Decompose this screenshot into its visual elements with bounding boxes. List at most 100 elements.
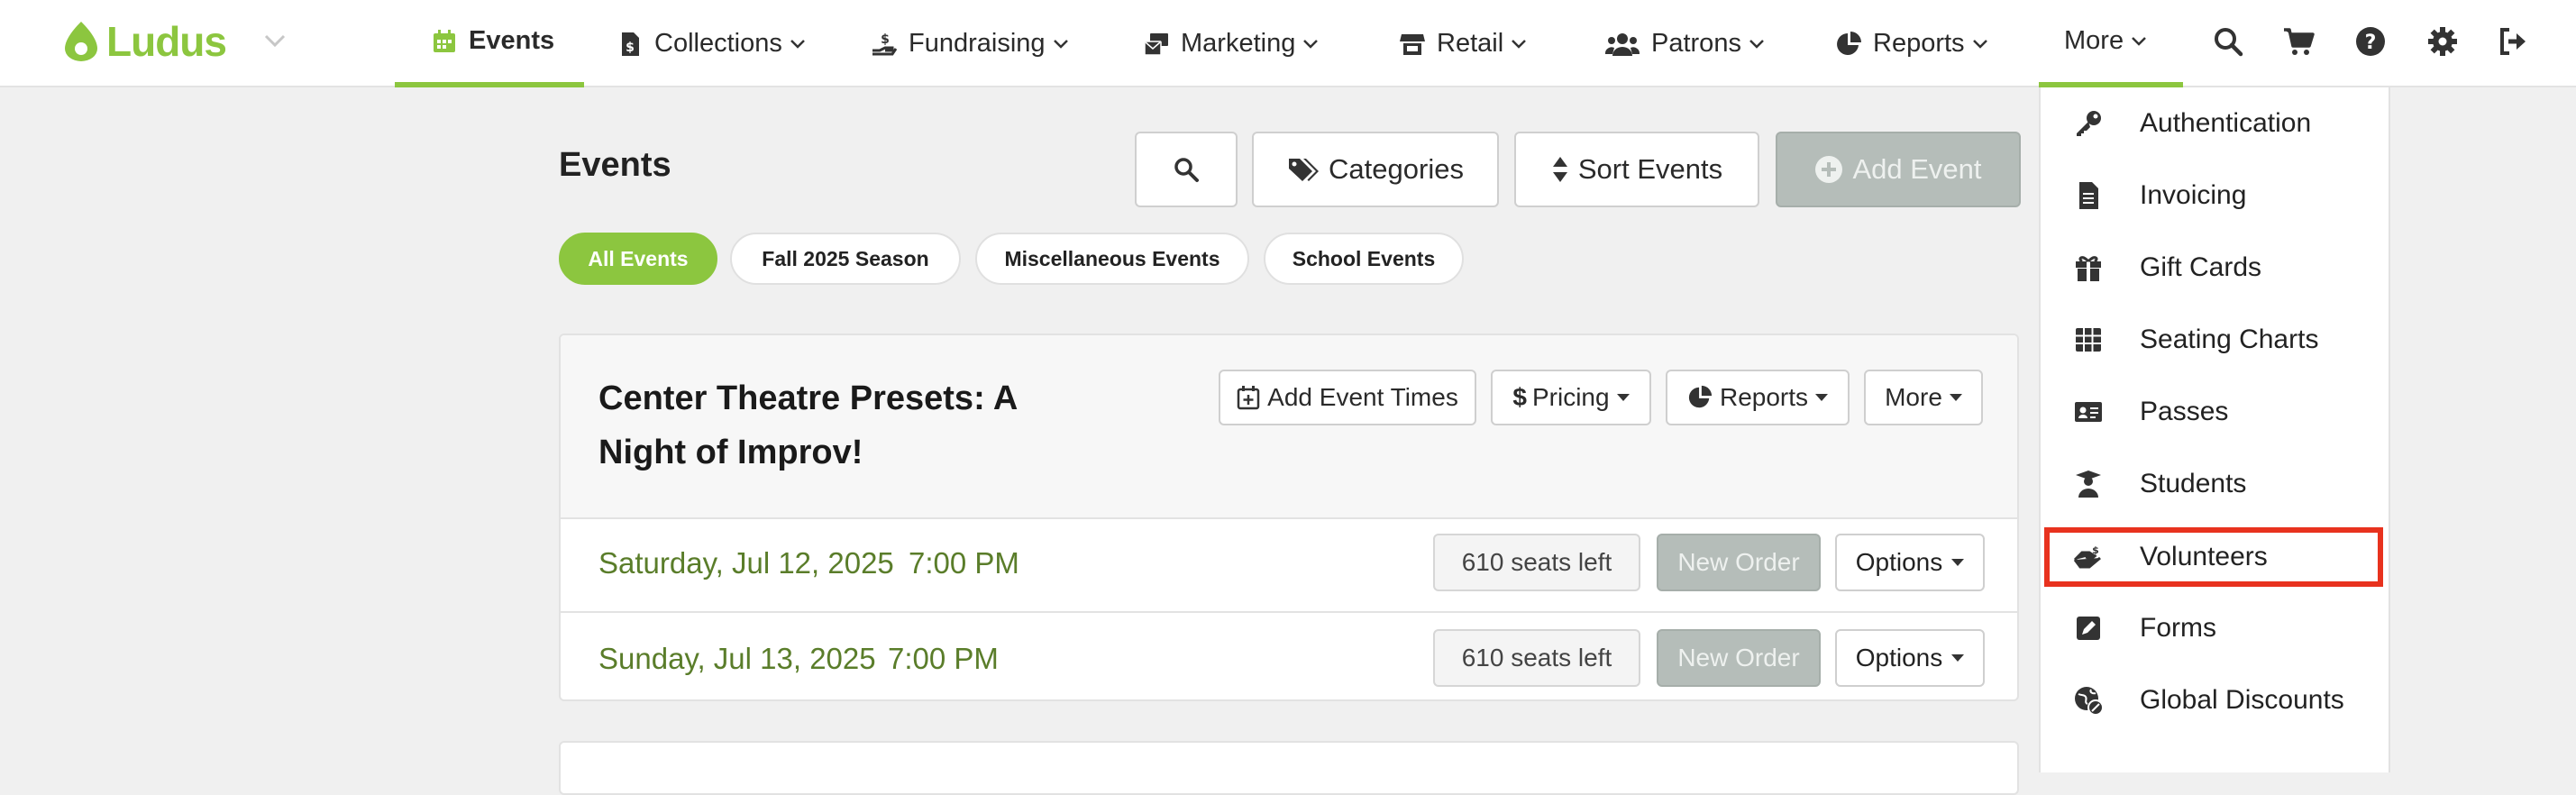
search-icon[interactable]: [2212, 25, 2244, 58]
search-icon: [1174, 158, 1199, 182]
nav-more[interactable]: More: [2039, 0, 2183, 87]
pie-chart-icon: [1688, 385, 1713, 408]
ludus-logo-icon: [65, 22, 97, 61]
performance-time: 7:00 PM: [888, 642, 999, 675]
sort-events-button[interactable]: Sort Events: [1514, 132, 1759, 207]
options-button[interactable]: Options: [1835, 534, 1985, 591]
caret-down-icon: [1616, 394, 1630, 401]
hands-icon: $: [2073, 544, 2101, 569]
calendar-plus-icon: [1237, 386, 1260, 410]
tags-icon: [1289, 159, 1320, 181]
pie-chart-icon: [1837, 31, 1861, 55]
event-more-button[interactable]: More: [1864, 370, 1983, 425]
nav-fundraising-label: Fundraising: [909, 29, 1046, 58]
performance-row: Saturday, Jul 12, 2025 7:00 PM 610 seats…: [561, 517, 2017, 611]
add-event-label: Add Event: [1852, 153, 1982, 185]
new-order-button[interactable]: New Order: [1657, 629, 1821, 687]
brand-name: Ludus: [106, 18, 227, 65]
svg-text:$: $: [881, 32, 890, 47]
event-title: Center Theatre Presets: A Night of Impro…: [598, 379, 1017, 471]
menu-item-volunteers[interactable]: $ Volunteers: [2044, 527, 2383, 587]
svg-text:$: $: [626, 41, 635, 55]
logout-icon[interactable]: [2497, 25, 2529, 58]
nav-marketing-label: Marketing: [1181, 29, 1296, 58]
add-event-button[interactable]: Add Event: [1776, 132, 2021, 207]
nav-retail[interactable]: Retail: [1399, 0, 1527, 87]
filter-all-events[interactable]: All Events: [559, 233, 717, 285]
new-order-button[interactable]: New Order: [1657, 534, 1821, 591]
performance-row: Sunday, Jul 13, 2025 7:00 PM 610 seats l…: [561, 611, 2017, 699]
options-button[interactable]: Options: [1835, 629, 1985, 687]
menu-item-label: Gift Cards: [2140, 252, 2262, 282]
menu-item-label: Global Discounts: [2140, 685, 2344, 715]
menu-item-passes[interactable]: Passes: [2041, 376, 2389, 448]
brand-chevron-down-icon[interactable]: [261, 27, 288, 54]
menu-item-forms[interactable]: Forms: [2041, 592, 2389, 664]
nav-patrons[interactable]: Patrons: [1604, 0, 1765, 87]
mail-bulk-icon: [1144, 32, 1168, 56]
sort-events-label: Sort Events: [1577, 153, 1723, 185]
performance-time: 7:00 PM: [909, 546, 1019, 580]
menu-item-invoicing[interactable]: Invoicing: [2041, 160, 2389, 232]
pricing-button[interactable]: $ Pricing: [1491, 370, 1651, 425]
cart-icon[interactable]: [2282, 25, 2315, 58]
menu-item-label: Seating Charts: [2140, 324, 2319, 354]
event-reports-button[interactable]: Reports: [1666, 370, 1850, 425]
graduate-icon: [2076, 471, 2101, 498]
page-title: Events: [559, 146, 671, 184]
menu-item-seating-charts[interactable]: Seating Charts: [2041, 304, 2389, 376]
nav-reports[interactable]: Reports: [1835, 0, 1988, 87]
more-dropdown-menu: Authentication Invoicing Gift Cards Seat…: [2039, 87, 2390, 772]
chevron-down-icon: [790, 39, 805, 49]
categories-button[interactable]: Categories: [1252, 132, 1499, 207]
form-icon: [2077, 617, 2100, 640]
menu-item-authentication[interactable]: Authentication: [2041, 87, 2389, 160]
id-card-icon: [2075, 402, 2102, 422]
options-label: Options: [1855, 644, 1943, 672]
filter-miscellaneous-events[interactable]: Miscellaneous Events: [975, 233, 1249, 285]
menu-item-label: Authentication: [2140, 108, 2312, 138]
calendar-icon: [434, 29, 455, 52]
svg-text:$: $: [2092, 544, 2099, 556]
chevron-down-icon: [2132, 36, 2146, 46]
search-events-button[interactable]: [1135, 132, 1238, 207]
nav-collections[interactable]: $ Collections: [617, 0, 806, 87]
event-more-label: More: [1885, 383, 1942, 411]
chevron-down-icon: [1512, 39, 1527, 49]
filter-school-events[interactable]: School Events: [1264, 233, 1464, 285]
pricing-label: Pricing: [1531, 383, 1610, 411]
performance-date: Saturday, Jul 12, 2025: [598, 546, 894, 580]
nav-retail-label: Retail: [1437, 29, 1504, 58]
gear-icon[interactable]: [2426, 25, 2459, 58]
gift-icon: [2076, 256, 2101, 281]
menu-item-label: Forms: [2140, 613, 2216, 643]
help-icon[interactable]: ?: [2354, 25, 2387, 58]
nav-reports-label: Reports: [1873, 29, 1965, 58]
sort-icon: [1552, 157, 1567, 182]
menu-item-label: Passes: [2140, 397, 2229, 426]
grid-icon: [2076, 328, 2101, 352]
menu-item-students[interactable]: Students: [2041, 448, 2389, 520]
store-icon: [1400, 33, 1425, 55]
dollar-icon: $: [1512, 383, 1527, 411]
menu-item-global-discounts[interactable]: Global Discounts: [2041, 664, 2389, 736]
globe-discount-icon: [2075, 687, 2104, 716]
document-dollar-icon: $: [622, 32, 639, 56]
hand-dollar-icon: $: [872, 32, 898, 55]
event-reports-label: Reports: [1719, 383, 1809, 411]
options-label: Options: [1855, 548, 1943, 576]
menu-item-gift-cards[interactable]: Gift Cards: [2041, 232, 2389, 304]
nav-marketing[interactable]: Marketing: [1143, 0, 1319, 87]
svg-text:?: ?: [2365, 32, 2377, 54]
nav-fundraising[interactable]: $ Fundraising: [871, 0, 1069, 87]
nav-events-label: Events: [469, 26, 555, 55]
add-event-times-button[interactable]: Add Event Times: [1219, 370, 1476, 425]
filter-fall-2025-season[interactable]: Fall 2025 Season: [730, 233, 961, 285]
top-navigation-bar: Ludus Events $ Collections $ Fundraising: [0, 0, 2576, 87]
nav-more-label: More: [2064, 26, 2124, 55]
ludus-logo[interactable]: Ludus: [61, 14, 227, 69]
plus-circle-icon: [1815, 156, 1843, 183]
nav-events[interactable]: Events: [395, 0, 584, 87]
caret-down-icon: [1951, 559, 1965, 566]
event-card: Center Theatre Presets: A Night of Impro…: [559, 334, 2019, 701]
